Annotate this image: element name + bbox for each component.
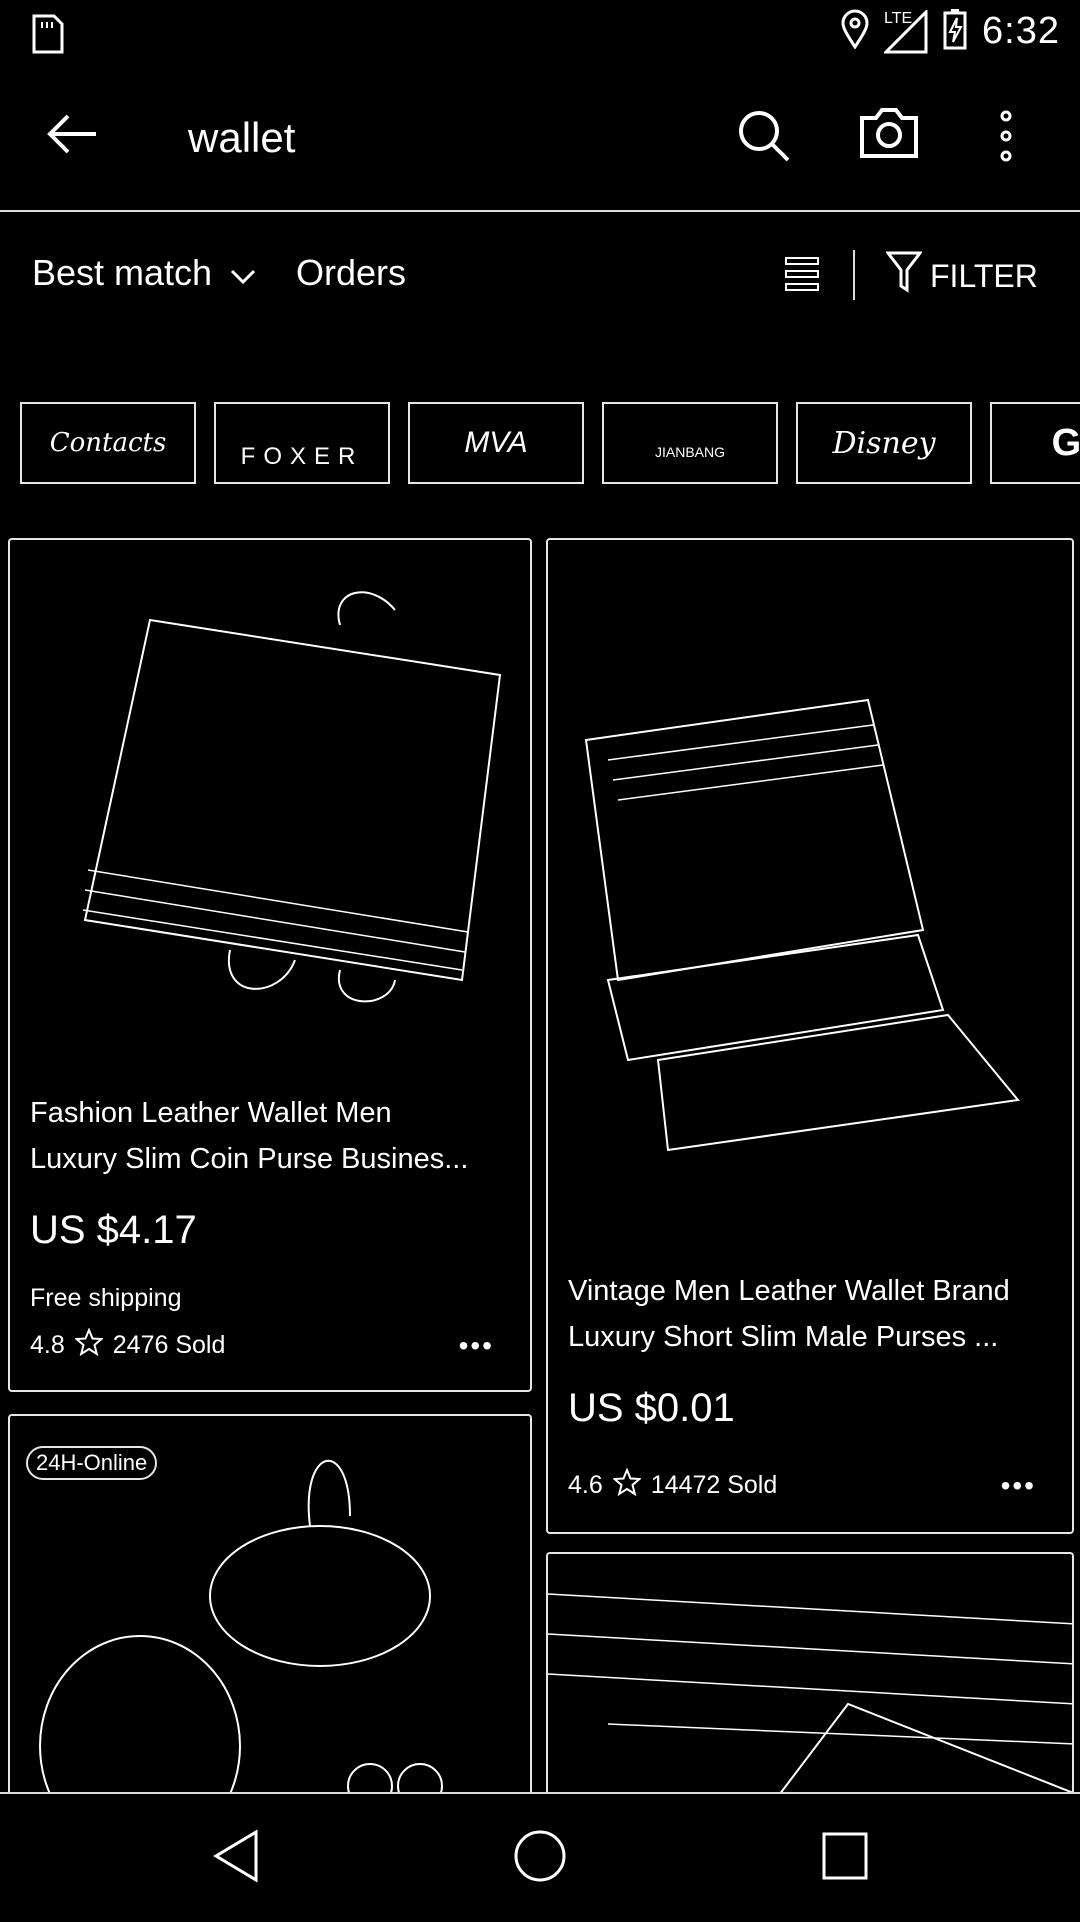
star-icon <box>73 1327 104 1363</box>
sold-count: 2476 Sold <box>112 1331 226 1359</box>
status-bar: LTE 6:32 <box>0 0 1080 64</box>
search-app-bar: wallet <box>0 64 1080 212</box>
product-card[interactable]: 24H-Online <box>8 1414 532 1834</box>
product-title: Vintage Men Leather Wallet Brand Luxury … <box>568 1275 1010 1353</box>
rating-row: 4.6 14472 Sold <box>568 1467 778 1503</box>
system-nav-bar <box>0 1792 1080 1922</box>
orders-sort-tab[interactable]: Orders <box>296 252 406 294</box>
location-icon <box>840 9 870 54</box>
battery-charging-icon <box>942 8 968 55</box>
list-view-icon[interactable] <box>784 254 820 299</box>
brand-tile[interactable]: MVA <box>408 402 584 484</box>
brand-logo: GZ <box>1051 421 1080 464</box>
sort-filter-bar: Best match Orders FILTER <box>0 212 1080 340</box>
filter-label: FILTER <box>930 257 1038 294</box>
more-options-icon[interactable] <box>996 108 1016 169</box>
brand-tile[interactable]: JIANBANG <box>602 402 778 484</box>
product-image <box>10 540 530 1080</box>
brand-tile[interactable]: GZ <box>990 402 1080 484</box>
funnel-icon <box>884 250 924 302</box>
nav-recents-icon[interactable] <box>820 1828 870 1889</box>
network-label: LTE <box>884 9 913 27</box>
toolbar-divider <box>853 250 855 300</box>
brand-logo: JIANBANG <box>654 444 725 460</box>
product-title: Fashion Leather Wallet Men Luxury Slim C… <box>30 1097 469 1175</box>
more-dots-icon[interactable]: ••• <box>459 1330 494 1362</box>
nav-home-icon[interactable] <box>512 1828 568 1889</box>
back-arrow-icon[interactable] <box>44 110 100 163</box>
star-icon <box>611 1467 642 1503</box>
product-image <box>548 540 1072 1230</box>
search-icon[interactable] <box>736 108 792 169</box>
online-badge: 24H-Online <box>26 1446 158 1480</box>
brand-logo: Contacts <box>49 428 167 458</box>
brand-logo: Disney <box>832 425 936 461</box>
brand-strip: Contacts FOXER MVA JIANBANG Disney GZ <box>20 402 1080 486</box>
chevron-down-icon <box>230 252 256 294</box>
lte-signal-icon: LTE <box>884 9 928 54</box>
rating-value: 4.6 <box>568 1471 603 1499</box>
product-card[interactable]: Fashion Leather Wallet Men Luxury Slim C… <box>8 538 532 1392</box>
brand-tile[interactable]: Disney <box>796 402 972 484</box>
best-match-label: Best match <box>32 252 213 293</box>
sold-count: 14472 Sold <box>650 1471 778 1499</box>
more-dots-icon[interactable]: ••• <box>1001 1470 1036 1502</box>
product-card[interactable]: Vintage Men Leather Wallet Brand Luxury … <box>546 538 1074 1534</box>
shipping-label: Free shipping <box>30 1284 182 1312</box>
brand-tile[interactable]: FOXER <box>214 402 390 484</box>
camera-icon[interactable] <box>858 104 920 165</box>
filter-button[interactable]: FILTER <box>884 250 1038 302</box>
brand-logo: MVA <box>464 426 528 459</box>
sd-card-icon <box>28 14 64 59</box>
product-price: US $4.17 <box>30 1208 197 1252</box>
best-match-dropdown[interactable]: Best match <box>32 252 256 294</box>
brand-tile[interactable]: Contacts <box>20 402 196 484</box>
search-query-field[interactable]: wallet <box>188 114 295 162</box>
brand-logo: FOXER <box>240 443 364 470</box>
product-price: US $0.01 <box>568 1386 735 1430</box>
status-time: 6:32 <box>982 10 1060 52</box>
nav-back-icon[interactable] <box>210 1828 262 1889</box>
rating-row: 4.8 2476 Sold <box>30 1327 226 1363</box>
rating-value: 4.8 <box>30 1331 65 1359</box>
